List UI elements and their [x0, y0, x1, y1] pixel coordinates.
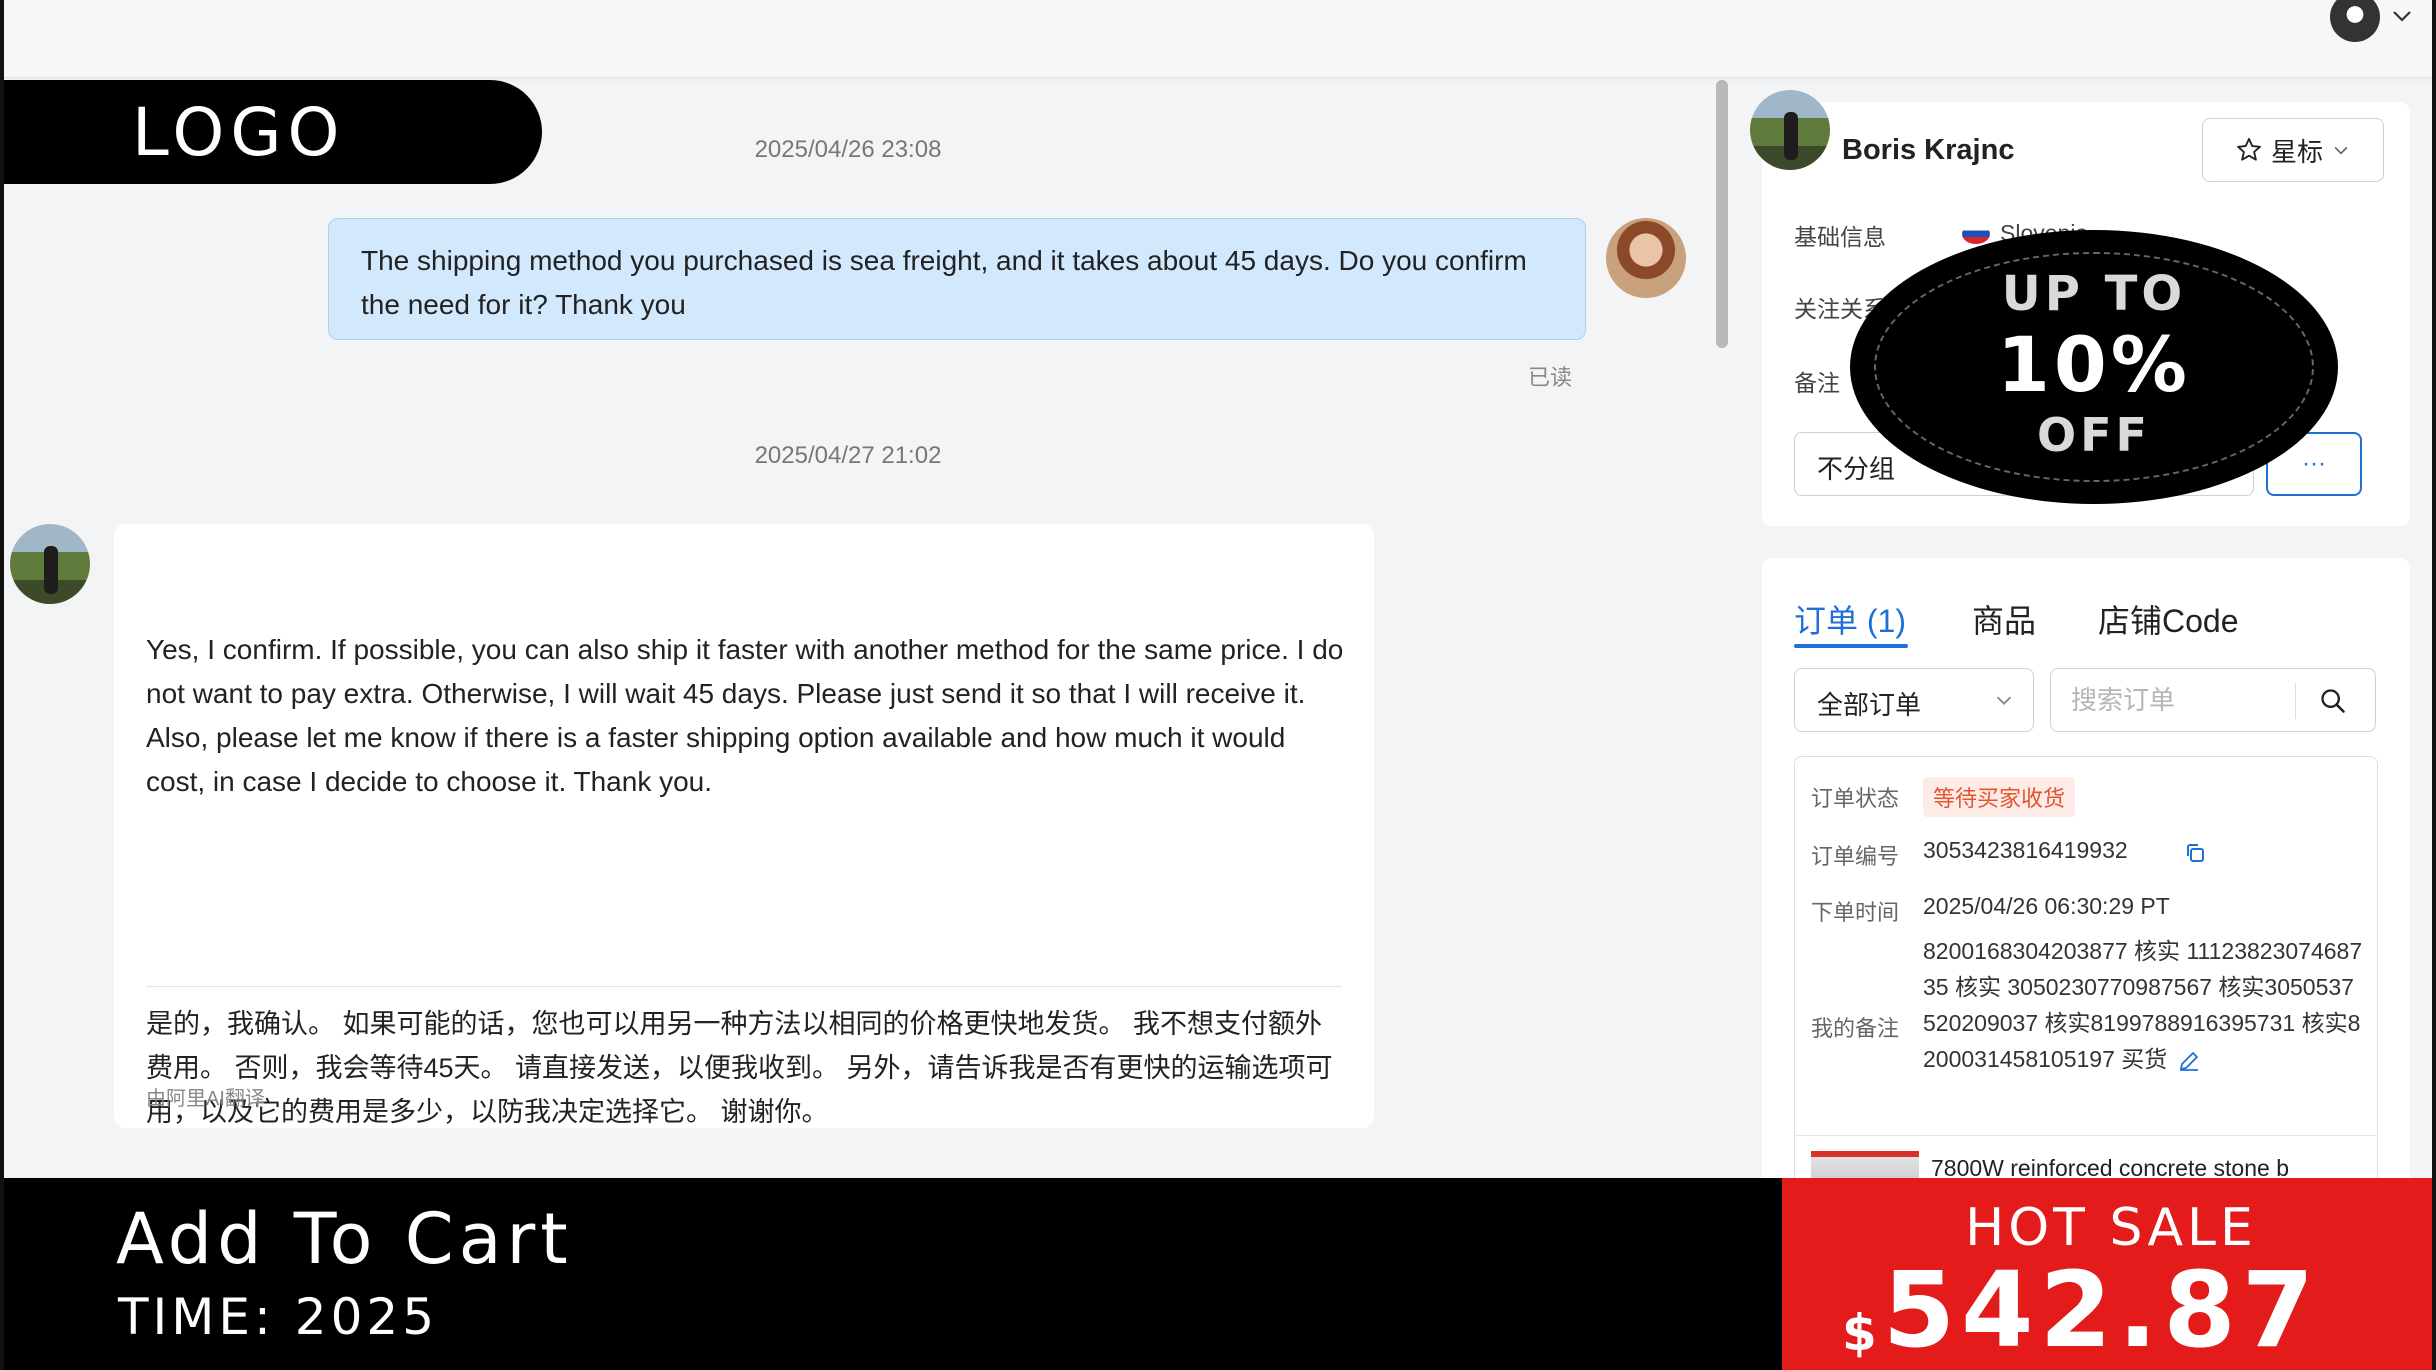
- star-icon: [2237, 137, 2261, 161]
- order-number: 3053423816419932: [1923, 837, 2128, 863]
- edit-icon[interactable]: [2177, 1049, 2201, 1073]
- promo-line-2: 10%: [1997, 320, 2191, 409]
- my-note-text: 8200168304203877 核实 1112382307468735 核实 …: [1923, 938, 2363, 1072]
- tab-goods[interactable]: 商品: [1972, 596, 2036, 642]
- chat-panel: 2025/04/26 23:08 The shipping method you…: [8, 78, 1714, 1178]
- profile-avatar: [1750, 90, 1830, 170]
- order-filter-select[interactable]: 全部订单: [1794, 668, 2034, 732]
- message-translation: 是的，我确认。 如果可能的话，您也可以用另一种方法以相同的价格更快地发货。 我不…: [146, 1009, 1333, 1127]
- logo-text: LOGO: [132, 94, 346, 171]
- note-label: 备注: [1794, 370, 1840, 396]
- chevron-down-icon: [2334, 146, 2348, 155]
- tab-store-code[interactable]: 店铺Code: [2098, 596, 2239, 642]
- top-bar: [4, 0, 2432, 78]
- slovenia-flag-icon: [1962, 223, 1990, 244]
- chevron-down-icon: [1996, 696, 2012, 705]
- order-number-label: 订单编号: [1811, 844, 1900, 869]
- logo: LOGO: [4, 80, 542, 184]
- hot-sale-box: HOT SALE $542.87: [1782, 1178, 2432, 1370]
- banner-title: Add To Cart: [116, 1198, 573, 1280]
- order-time-label: 下单时间: [1811, 900, 1900, 925]
- sale-price: $542.87: [1842, 1258, 2320, 1362]
- promo-banner: Add To Cart TIME: 2025 HOT SALE $542.87: [4, 1178, 2432, 1370]
- tab-orders[interactable]: 订单 (1): [1794, 596, 1906, 642]
- buyer-avatar: [10, 524, 90, 604]
- order-item: 订单状态 等待买家收货 订单编号 3053423816419932 下单时间 2…: [1794, 756, 2378, 1226]
- search-separator: [2295, 683, 2296, 719]
- user-avatar[interactable]: [2330, 0, 2380, 42]
- order-status-label: 订单状态: [1811, 786, 1900, 811]
- search-icon[interactable]: [2319, 687, 2347, 715]
- incoming-message-bubble: Yes, I confirm. If possible, you can als…: [114, 524, 1374, 1128]
- translation-source: 由阿里AI翻译: [146, 1088, 265, 1110]
- seller-avatar: [1606, 218, 1686, 298]
- read-status: 已读: [1528, 365, 1573, 390]
- chat-scrollbar[interactable]: [1716, 80, 1728, 348]
- order-filter-value: 全部订单: [1817, 690, 1922, 720]
- promo-badge: UP TO 10% OFF: [1850, 230, 2338, 504]
- copy-icon[interactable]: [2183, 841, 2207, 865]
- order-divider: [1795, 1135, 2377, 1136]
- order-search-input[interactable]: [2071, 683, 2291, 717]
- translation-divider: [146, 986, 1342, 987]
- promo-line-3: OFF: [2037, 408, 2151, 462]
- order-time: 2025/04/26 06:30:29 PT: [1923, 893, 2170, 919]
- outgoing-message-bubble: The shipping method you purchased is sea…: [328, 218, 1586, 340]
- price-currency: $: [1842, 1304, 1877, 1362]
- price-amount: 542.87: [1882, 1249, 2321, 1370]
- message-timestamp: 2025/04/27 21:02: [754, 442, 942, 469]
- app-window: 2025/04/26 23:08 The shipping method you…: [0, 0, 2436, 1370]
- orders-card: 订单 (1) 商品 店铺Code 全部订单 订单状态 等待买家收货 订单编号 3…: [1762, 558, 2410, 1226]
- my-note-label: 我的备注: [1811, 1016, 1900, 1041]
- status-badge: 等待买家收货: [1923, 777, 2076, 817]
- star-label: 星标: [2270, 136, 2323, 167]
- chevron-down-icon[interactable]: [2390, 4, 2414, 28]
- active-tab-indicator: [1794, 644, 1908, 648]
- buyer-name: Boris Krajnc: [1842, 134, 2015, 166]
- banner-time: TIME: 2025: [118, 1288, 439, 1346]
- my-note: 8200168304203877 核实 1112382307468735 核实 …: [1923, 933, 2363, 1077]
- message-text: Yes, I confirm. If possible, you can als…: [146, 634, 1344, 797]
- order-search: [2050, 668, 2376, 732]
- basic-info-label: 基础信息: [1794, 224, 1886, 250]
- star-button[interactable]: 星标: [2202, 118, 2384, 182]
- promo-line-1: UP TO: [2001, 266, 2187, 322]
